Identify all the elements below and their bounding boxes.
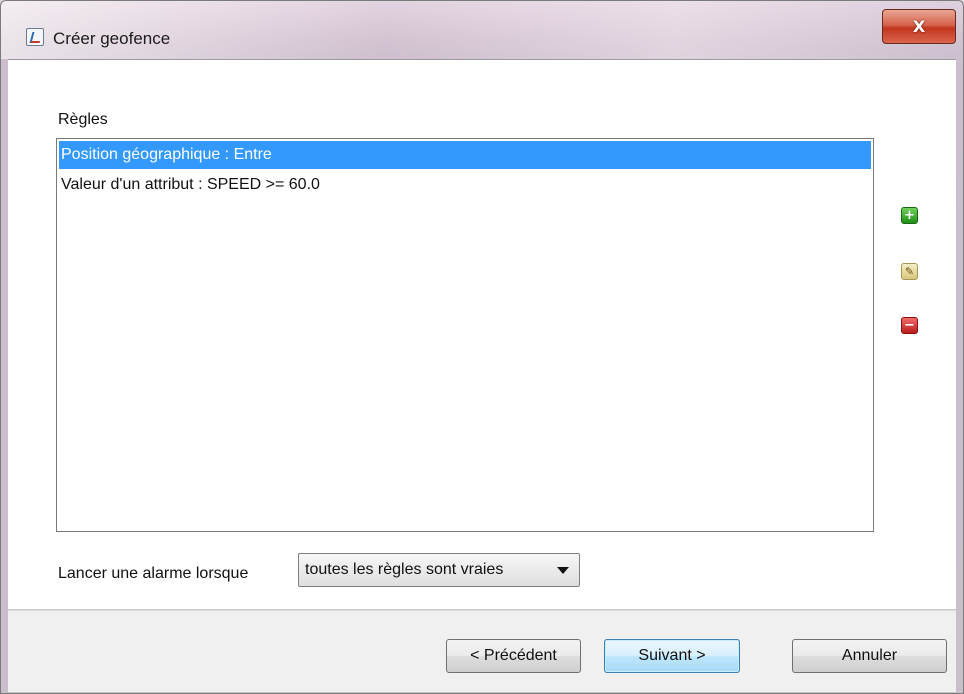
dialog-window: Créer geofence X Règles Position géograp…: [0, 0, 964, 694]
minus-icon: −: [904, 318, 915, 333]
window-title: Créer geofence: [53, 29, 171, 48]
alarm-condition-select[interactable]: toutes les règles sont vraies: [298, 553, 580, 587]
cancel-button[interactable]: Annuler: [792, 639, 947, 673]
java-app-icon: [26, 28, 44, 46]
remove-rule-button[interactable]: −: [901, 317, 918, 334]
title-bar[interactable]: Créer geofence X: [1, 1, 963, 59]
list-item[interactable]: Position géographique : Entre: [59, 141, 871, 169]
dropdown-arrow-icon[interactable]: [557, 567, 569, 574]
rules-label: Règles: [58, 111, 108, 128]
button-bar: < Précédent Suivant > Annuler: [8, 610, 956, 692]
next-button[interactable]: Suivant >: [604, 639, 740, 673]
close-button[interactable]: X: [882, 9, 956, 44]
rules-list[interactable]: Position géographique : Entre Valeur d'u…: [56, 138, 874, 532]
add-rule-button[interactable]: +: [901, 207, 918, 224]
previous-button[interactable]: < Précédent: [446, 639, 581, 673]
pencil-icon: ✎: [904, 265, 915, 278]
list-item[interactable]: Valeur d'un attribut : SPEED >= 60.0: [57, 169, 873, 201]
plus-icon: +: [904, 208, 915, 223]
edit-rule-button[interactable]: ✎: [901, 263, 918, 280]
alarm-condition-value: toutes les règles sont vraies: [305, 561, 504, 578]
alarm-condition-label: Lancer une alarme lorsque: [58, 565, 249, 582]
content-panel: Règles Position géographique : Entre Val…: [8, 59, 956, 610]
